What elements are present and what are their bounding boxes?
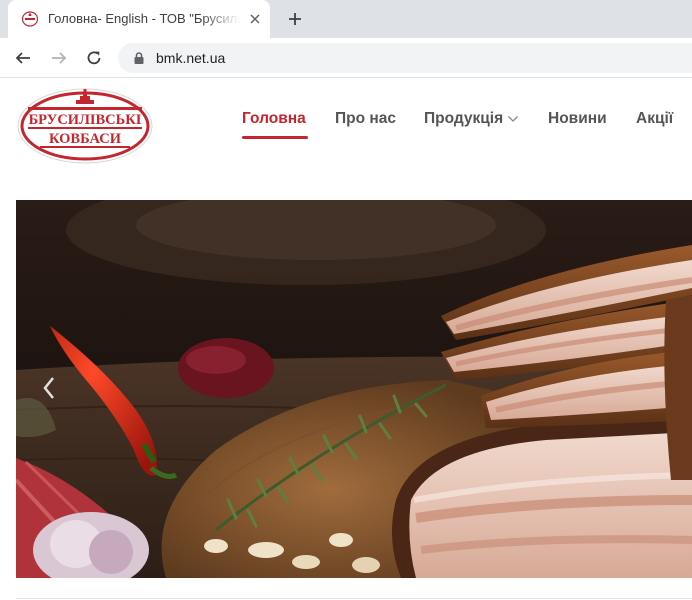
url-text: bmk.net.ua — [156, 50, 226, 66]
arrow-left-icon — [15, 52, 30, 64]
tab-title: Головна- English - ТОВ "Брусилівські ков… — [48, 11, 240, 26]
plus-icon — [289, 13, 301, 25]
browser-tabstrip: Головна- English - ТОВ "Брусилівські ков… — [0, 0, 692, 38]
reload-icon — [87, 51, 101, 65]
nav-active-indicator — [242, 136, 308, 139]
main-nav: Головна Про нас Продукція Новини Акції — [0, 110, 692, 140]
address-bar[interactable]: bmk.net.ua — [118, 43, 692, 73]
chevron-left-icon — [43, 377, 54, 399]
tab-close-button[interactable] — [246, 10, 264, 28]
site-header: БРУСИЛІВСЬКІ КОВБАСИ Головна Про нас Про… — [0, 78, 692, 198]
arrow-right-icon — [52, 52, 67, 64]
nav-item-news[interactable]: Новини — [548, 110, 607, 128]
reload-button[interactable] — [83, 47, 105, 69]
close-icon — [250, 14, 260, 24]
site-favicon-icon — [22, 11, 38, 27]
nav-item-about[interactable]: Про нас — [335, 110, 396, 128]
forward-button[interactable] — [48, 47, 70, 69]
new-tab-button[interactable] — [284, 8, 306, 30]
browser-tab[interactable]: Головна- English - ТОВ "Брусилівські ков… — [8, 0, 270, 38]
hero-image — [16, 200, 692, 578]
content-divider — [16, 598, 692, 599]
nav-item-promotions[interactable]: Акції — [636, 110, 673, 128]
chevron-down-icon — [508, 116, 519, 122]
hero-slider — [16, 200, 692, 578]
nav-item-home[interactable]: Головна — [242, 110, 306, 128]
back-button[interactable] — [12, 47, 34, 69]
nav-item-products[interactable]: Продукція — [424, 110, 519, 128]
slider-prev-button[interactable] — [42, 376, 72, 406]
browser-toolbar: bmk.net.ua — [0, 38, 692, 78]
lock-icon — [134, 52, 144, 64]
